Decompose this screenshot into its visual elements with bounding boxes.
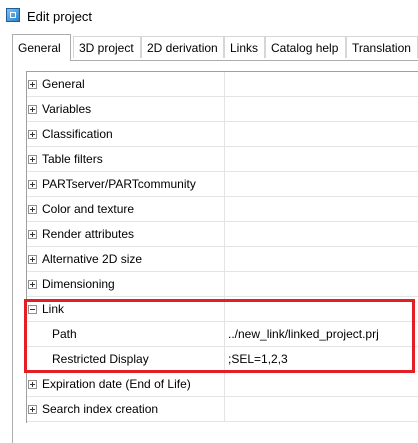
category-row-search-index[interactable]: Search index creation [27, 397, 418, 422]
tab-links[interactable]: Links [224, 36, 265, 58]
category-label: Table filters [42, 152, 103, 166]
expand-plus-icon[interactable] [28, 205, 37, 214]
category-row-dimensioning[interactable]: Dimensioning [27, 272, 418, 297]
expand-plus-icon[interactable] [28, 155, 37, 164]
row-name-cell: Expiration date (End of Life) [27, 372, 225, 396]
category-label: Expiration date (End of Life) [42, 377, 191, 391]
category-label: Link [42, 302, 65, 316]
path-value-field[interactable]: ../new_link/linked_project.prj [225, 322, 418, 346]
row-value-cell [225, 72, 418, 96]
category-row-link[interactable]: Link [27, 297, 418, 322]
window-title: Edit project [27, 9, 93, 24]
category-label: Search index creation [42, 402, 159, 416]
row-name-cell: PARTserver/PARTcommunity [27, 172, 225, 196]
expand-plus-icon[interactable] [28, 255, 37, 264]
expand-plus-icon[interactable] [28, 80, 37, 89]
expand-plus-icon[interactable] [28, 130, 37, 139]
category-row-partserver[interactable]: PARTserver/PARTcommunity [27, 172, 418, 197]
restricted-display-value-field[interactable]: ;SEL=1,2,3 [225, 347, 418, 371]
row-value-cell [225, 122, 418, 146]
property-row-restricted-display[interactable]: Restricted Display ;SEL=1,2,3 [27, 347, 418, 372]
expand-plus-icon[interactable] [28, 405, 37, 414]
category-row-general[interactable]: General [27, 72, 418, 97]
row-name-cell: Search index creation [27, 397, 225, 421]
project-window-icon [6, 8, 20, 22]
expand-plus-icon[interactable] [28, 105, 37, 114]
category-label: General [42, 77, 85, 91]
row-value-cell [225, 272, 418, 296]
category-row-variables[interactable]: Variables [27, 97, 418, 122]
row-value-cell [225, 97, 418, 121]
row-value-cell [225, 147, 418, 171]
row-name-cell: Path [27, 322, 225, 346]
category-row-alternative-2d-size[interactable]: Alternative 2D size [27, 247, 418, 272]
property-row-path[interactable]: Path ../new_link/linked_project.prj [27, 322, 418, 347]
row-name-cell: General [27, 72, 225, 96]
category-label: PARTserver/PARTcommunity [42, 177, 196, 191]
row-name-cell: Restricted Display [27, 347, 225, 371]
category-label: Dimensioning [42, 277, 115, 291]
row-value-cell [225, 222, 418, 246]
row-value-cell [225, 397, 418, 421]
expand-plus-icon[interactable] [28, 380, 37, 389]
tab-2d-derivation[interactable]: 2D derivation [141, 36, 224, 58]
category-label: Render attributes [42, 227, 135, 241]
category-row-table-filters[interactable]: Table filters [27, 147, 418, 172]
tab-strip: General 3D project 2D derivation Links C… [12, 34, 418, 61]
row-value-cell [225, 197, 418, 221]
row-name-cell: Variables [27, 97, 225, 121]
row-name-cell: Classification [27, 122, 225, 146]
category-label: Color and texture [42, 202, 135, 216]
category-label: Alternative 2D size [42, 252, 143, 266]
tab-translation[interactable]: Translation [346, 36, 418, 58]
row-name-cell: Table filters [27, 147, 225, 171]
property-label: Path [52, 327, 77, 341]
tab-3d-project[interactable]: 3D project [73, 36, 141, 58]
row-name-cell: Dimensioning [27, 272, 225, 296]
tab-general[interactable]: General [12, 34, 71, 61]
row-name-cell: Alternative 2D size [27, 247, 225, 271]
collapse-minus-icon[interactable] [28, 305, 37, 314]
property-grid-empty-area [26, 423, 418, 443]
row-name-cell: Color and texture [27, 197, 225, 221]
row-value-cell [225, 297, 418, 321]
category-label: Variables [42, 102, 92, 116]
row-value-cell [225, 247, 418, 271]
row-name-cell: Link [27, 297, 225, 321]
category-row-color-texture[interactable]: Color and texture [27, 197, 418, 222]
category-label: Classification [42, 127, 113, 141]
property-label: Restricted Display [52, 352, 149, 366]
expand-plus-icon[interactable] [28, 230, 37, 239]
expand-plus-icon[interactable] [28, 180, 37, 189]
tab-catalog-help[interactable]: Catalog help [265, 36, 346, 58]
category-row-render-attributes[interactable]: Render attributes [27, 222, 418, 247]
row-name-cell: Render attributes [27, 222, 225, 246]
expand-plus-icon[interactable] [28, 280, 37, 289]
row-value-cell [225, 372, 418, 396]
row-value-cell [225, 172, 418, 196]
category-row-expiration-date[interactable]: Expiration date (End of Life) [27, 372, 418, 397]
title-bar: Edit project [0, 0, 418, 32]
category-row-classification[interactable]: Classification [27, 122, 418, 147]
